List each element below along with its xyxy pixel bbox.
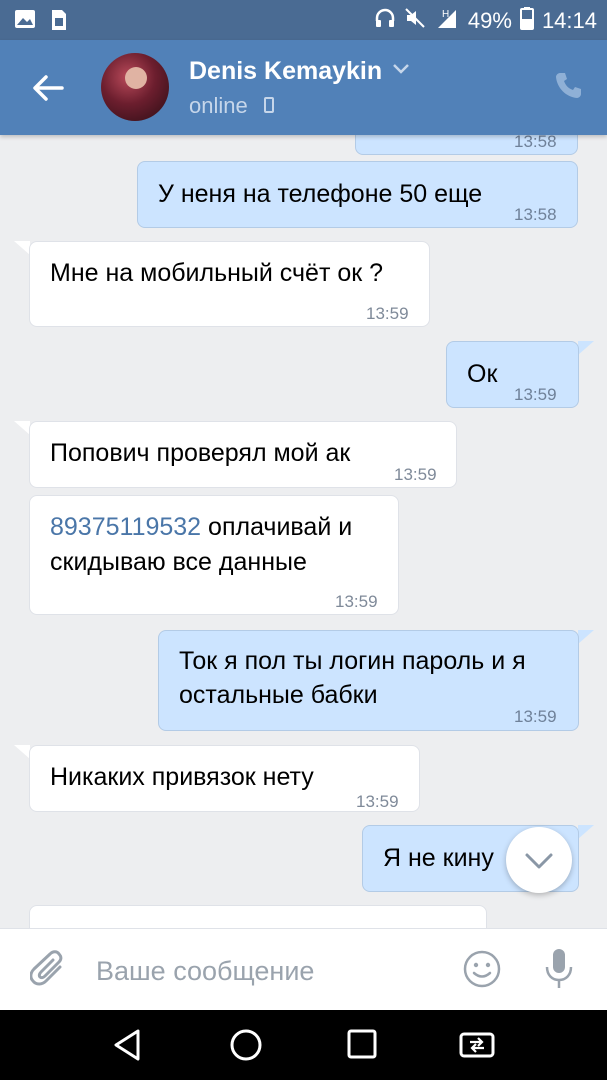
message-time: 13:59 (394, 465, 437, 484)
message-bubble-outgoing[interactable]: 13:58 (355, 135, 578, 155)
paperclip-icon[interactable] (29, 949, 66, 994)
svg-text:H: H (442, 9, 449, 20)
message-time: 13:59 (335, 592, 378, 611)
message-text: скидываю все данные (50, 548, 307, 576)
chevron-down-icon (525, 853, 553, 869)
bubble-tail (14, 241, 30, 255)
bubble-tail (14, 421, 30, 435)
phone-icon (556, 73, 581, 98)
message-bubble-incoming[interactable]: Мне на мобильный счёт ок ? 13:59 (29, 241, 430, 327)
image-icon (14, 8, 36, 37)
headphones-icon (374, 7, 396, 35)
bubble-tail (578, 630, 594, 644)
mute-icon (404, 7, 426, 35)
message-text: Я не кину (383, 844, 494, 872)
sim-icon (50, 8, 68, 37)
message-bubble-incoming[interactable]: 89375119532 оплачивай и скидываю все дан… (29, 495, 399, 615)
bubble-tail (578, 341, 594, 355)
message-text: Ток я пол ты логин пароль и я (179, 647, 526, 675)
call-button[interactable] (553, 70, 583, 105)
message-text: Мне на мобильный счёт ок ? (50, 259, 384, 287)
chevron-down-icon[interactable] (392, 62, 410, 80)
message-bubble-outgoing[interactable]: Ток я пол ты логин пароль и я остальные … (158, 630, 579, 731)
avatar[interactable] (101, 53, 169, 121)
emoji-icon[interactable] (462, 949, 502, 994)
bubble-tail (14, 745, 30, 759)
screen-cast-icon[interactable] (458, 1028, 496, 1067)
nav-home-icon[interactable] (229, 1028, 263, 1067)
message-time: 13:58 (514, 135, 557, 151)
message-list[interactable]: 13:58 У неня на телефоне 50 еще 13:58 Мн… (0, 135, 607, 928)
back-button[interactable] (28, 68, 68, 108)
battery-percent: 49% (467, 8, 512, 33)
signal-icon: H (434, 6, 460, 36)
nav-recents-icon[interactable] (346, 1028, 378, 1067)
message-text: остальные бабки (179, 681, 378, 709)
message-text: Попович проверял мой ак (50, 439, 351, 467)
nav-back-icon[interactable] (112, 1028, 144, 1067)
message-bubble-incoming[interactable]: Попович проверял мой ак 13:59 (29, 421, 457, 488)
message-bubble-outgoing[interactable]: Ок 13:59 (446, 341, 579, 408)
battery-icon (519, 6, 534, 36)
system-navigation-bar (0, 1010, 607, 1080)
message-bubble-incoming[interactable]: Никаких привязок нету 13:59 (29, 745, 420, 812)
back-arrow-icon (33, 75, 64, 101)
status-bar: H 49% 14:14 (0, 0, 607, 40)
bubble-tail (578, 825, 594, 839)
message-composer (0, 928, 607, 1010)
mobile-device-icon (264, 97, 274, 113)
message-input[interactable] (96, 951, 436, 991)
contact-name[interactable]: Denis Kemaykin (189, 57, 382, 86)
scroll-to-bottom-button[interactable] (506, 827, 572, 893)
message-text: Никаких привязок нету (50, 763, 314, 791)
message-time: 13:59 (356, 792, 399, 811)
message-time: 13:59 (514, 707, 557, 726)
microphone-icon[interactable] (542, 947, 576, 996)
chat-header: Denis Kemaykin online (0, 40, 607, 135)
clock: 14:14 (541, 8, 597, 33)
message-text: оплачивай и (208, 513, 353, 541)
message-time: 13:59 (514, 385, 557, 404)
message-bubble-incoming[interactable] (29, 905, 487, 928)
message-text: Ок (467, 360, 498, 388)
message-time: 13:59 (366, 304, 409, 323)
message-time: 13:58 (514, 205, 557, 224)
phone-number-link[interactable]: 89375119532 (50, 513, 201, 541)
online-status: online (189, 93, 248, 118)
message-text: У неня на телефоне 50 еще (158, 180, 483, 208)
message-bubble-outgoing[interactable]: У неня на телефоне 50 еще 13:58 (137, 161, 578, 228)
